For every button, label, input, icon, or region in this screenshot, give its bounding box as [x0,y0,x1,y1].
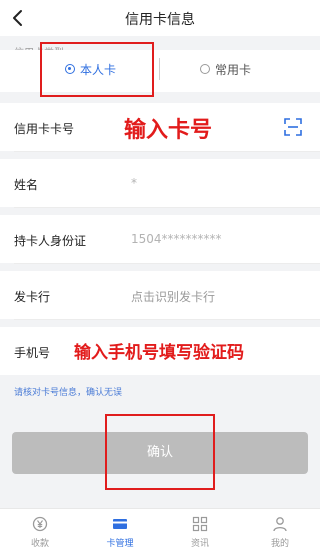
divider [14,207,320,208]
tab-bar: 收款 卡管理 资讯 我的 [0,508,320,551]
tab-collect[interactable]: 收款 [0,509,80,551]
page-title: 信用卡信息 [125,12,195,28]
divider [14,319,320,320]
divider [14,263,320,264]
card-number-label: 信用卡卡号 [14,122,75,136]
name-value: * [131,176,137,190]
tab-collect-label: 收款 [30,539,49,549]
annotation-card-number: 输入卡号 [124,118,213,143]
tab-card-manage[interactable]: 卡管理 [80,509,160,551]
option-divider [159,58,160,80]
divider [14,151,320,152]
annotation-phone: 输入手机号填写验证码 [74,343,244,363]
person-icon [273,517,287,532]
yuan-coin-icon [32,516,48,532]
grid-icon [192,516,208,532]
tab-mine[interactable]: 我的 [240,509,320,551]
tab-mine-label: 我的 [270,539,289,549]
card-icon [113,519,127,529]
highlight-box-card-type [40,42,154,97]
tab-news[interactable]: 资讯 [160,509,240,551]
name-row[interactable] [0,159,320,207]
phone-label: 手机号 [14,346,51,360]
highlight-box-confirm [105,414,215,490]
option-frequent-card-label: 常用卡 [215,63,252,77]
verify-hint: 请核对卡号信息，确认无误 [14,388,123,398]
issuer-label: 发卡行 [14,290,51,304]
tab-news-label: 资讯 [190,539,209,549]
name-label: 姓名 [14,178,39,192]
id-card-label: 持卡人身份证 [14,234,87,248]
radio-unselected-icon [200,64,210,74]
nav-header: 信用卡信息 [0,0,320,36]
tab-card-manage-label: 卡管理 [106,539,134,549]
issuer-placeholder: 点击识别发卡行 [131,290,216,304]
scan-icon[interactable] [284,118,302,136]
id-card-value: 1504********** [131,232,222,246]
